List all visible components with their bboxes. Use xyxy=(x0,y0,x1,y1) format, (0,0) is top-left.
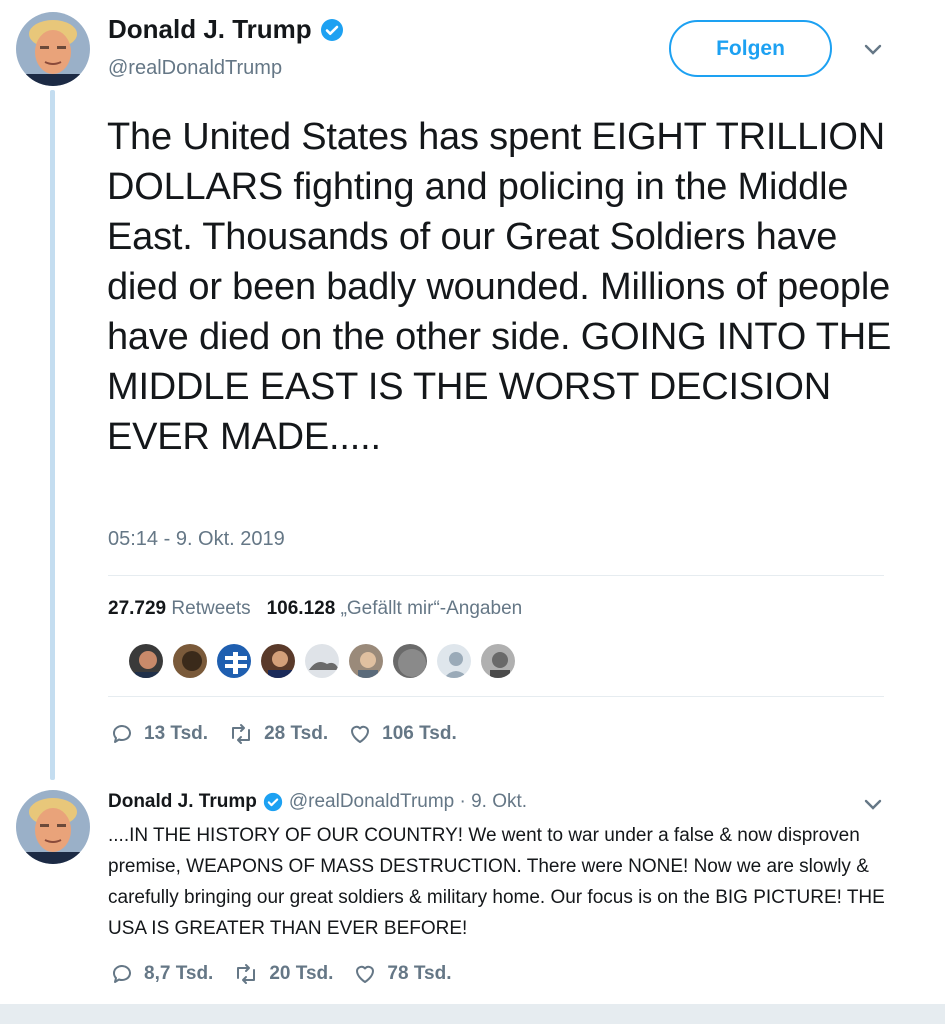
reply-header: Donald J. Trump @realDonaldTrump · 9. Ok… xyxy=(108,791,527,813)
like-action-count: 106 Tsd. xyxy=(382,723,457,744)
author-handle[interactable]: @realDonaldTrump xyxy=(108,57,282,80)
reply-author-name[interactable]: Donald J. Trump xyxy=(108,791,257,813)
liker-avatar[interactable] xyxy=(435,642,473,680)
retweet-icon xyxy=(232,724,251,744)
chevron-down-icon[interactable] xyxy=(862,794,884,816)
reply-button[interactable]: 8,7 Tsd. xyxy=(110,962,213,986)
reply-count: 8,7 Tsd. xyxy=(144,963,214,984)
liker-avatar[interactable] xyxy=(391,642,429,680)
retweet-stat[interactable]: 27.729 Retweets xyxy=(108,598,251,620)
reply-tweet-text: ....IN THE HISTORY OF OUR COUNTRY! We we… xyxy=(108,825,885,939)
retweet-action-count: 20 Tsd. xyxy=(269,963,334,984)
like-button[interactable]: 78 Tsd. xyxy=(353,962,451,986)
like-action-count: 78 Tsd. xyxy=(387,963,452,984)
reply-count: 13 Tsd. xyxy=(144,723,209,744)
verified-badge-icon xyxy=(320,18,343,41)
retweet-icon xyxy=(237,964,256,984)
tweet-page: Donald J. Trump @realDonaldTrump Folgen … xyxy=(0,0,945,1024)
divider xyxy=(108,575,884,576)
bottom-divider xyxy=(0,1004,945,1024)
tweet-text: The United States has spent EIGHT TRILLI… xyxy=(107,116,892,458)
reply-tweet-actions: 8,7 Tsd. 20 Tsd. 78 Tsd. xyxy=(110,962,471,986)
like-label: „Gefällt mir“-Angaben xyxy=(340,598,523,619)
author-name-text[interactable]: Donald J. Trump xyxy=(108,14,312,45)
tweet-timestamp[interactable]: 05:14 - 9. Okt. 2019 xyxy=(108,528,285,551)
like-count: 106.128 xyxy=(266,598,336,619)
reply-icon xyxy=(113,965,131,983)
liker-avatar[interactable] xyxy=(171,642,209,680)
reply-button[interactable]: 13 Tsd. xyxy=(110,722,208,746)
liker-avatar[interactable] xyxy=(259,642,297,680)
like-button[interactable]: 106 Tsd. xyxy=(348,722,457,746)
liker-avatar[interactable] xyxy=(479,642,517,680)
verified-badge-icon xyxy=(263,792,283,812)
tweet-stats: 27.729 Retweets 106.128 „Gefällt mir“-An… xyxy=(108,598,522,620)
liker-avatar[interactable] xyxy=(215,642,253,680)
tweet-actions: 13 Tsd. 28 Tsd. 106 Tsd. xyxy=(110,722,477,746)
reply-icon xyxy=(113,725,131,743)
retweet-count: 27.729 xyxy=(108,598,167,619)
retweet-label: Retweets xyxy=(171,598,251,619)
reply-author-avatar[interactable] xyxy=(16,790,90,864)
follow-button[interactable]: Folgen xyxy=(669,20,832,77)
reply-author-handle[interactable]: @realDonaldTrump · 9. Okt. xyxy=(289,791,527,813)
liker-avatars xyxy=(127,642,517,680)
liker-avatar[interactable] xyxy=(347,642,385,680)
retweet-button[interactable]: 20 Tsd. xyxy=(233,962,333,986)
retweet-action-count: 28 Tsd. xyxy=(264,723,329,744)
author-name[interactable]: Donald J. Trump xyxy=(108,14,344,45)
heart-icon xyxy=(351,725,370,743)
like-stat[interactable]: 106.128 „Gefällt mir“-Angaben xyxy=(267,598,523,620)
divider xyxy=(108,696,884,697)
thread-connector-line xyxy=(50,90,55,780)
retweet-button[interactable]: 28 Tsd. xyxy=(228,722,328,746)
liker-avatar[interactable] xyxy=(127,642,165,680)
chevron-down-icon[interactable] xyxy=(862,39,884,61)
heart-icon xyxy=(356,965,375,983)
author-avatar[interactable] xyxy=(16,12,90,86)
liker-avatar[interactable] xyxy=(303,642,341,680)
